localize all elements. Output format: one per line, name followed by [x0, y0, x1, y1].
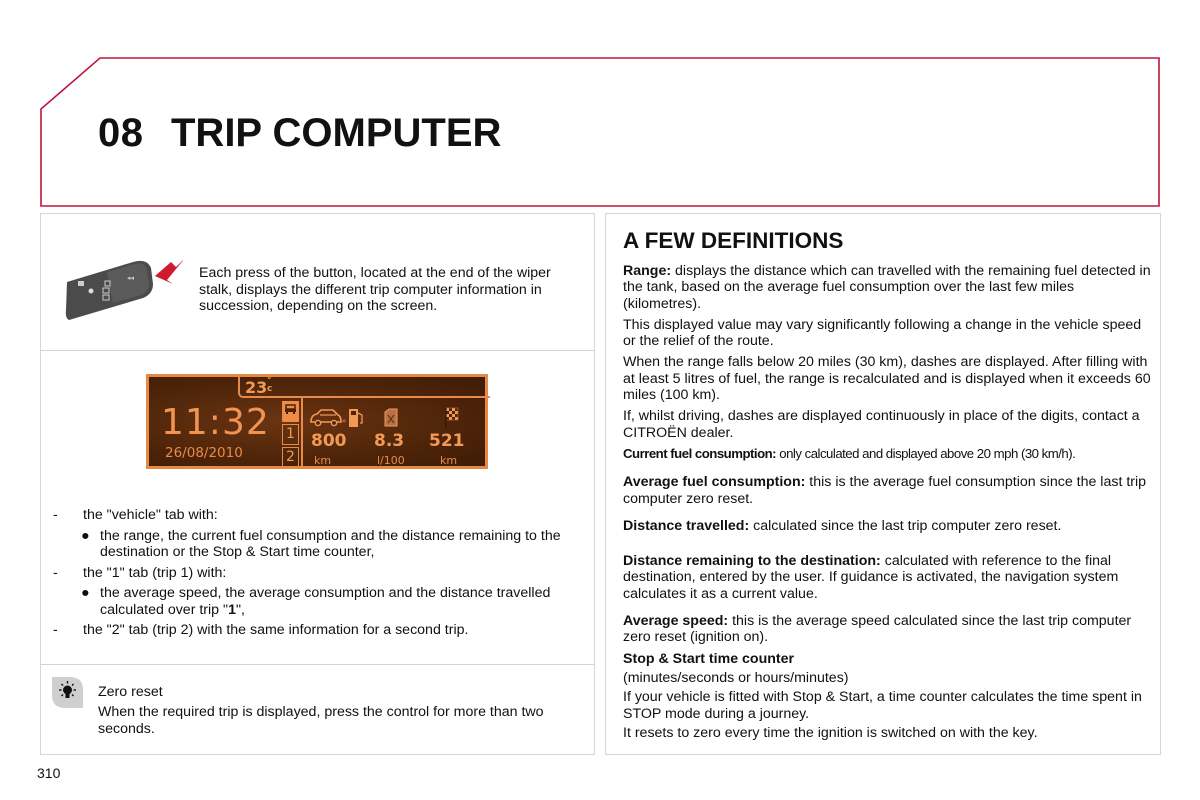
checkered-flag-icon	[445, 407, 459, 428]
distance-remaining-unit: km	[440, 454, 458, 467]
list-item: - the "1" tab (trip 1) with:	[53, 564, 227, 581]
definition-average-consumption: Average fuel consumption: this is the av…	[623, 474, 1147, 507]
display-time: 11:32	[161, 402, 270, 443]
fuel-can-icon	[384, 408, 398, 427]
section-divider	[41, 350, 594, 351]
car-icon	[285, 404, 296, 414]
left-panel: ◂◂ Each press of the button, located at …	[40, 213, 595, 755]
display-temperature: 23	[245, 378, 268, 397]
tab-description-list: - the "vehicle" tab with: ● the range, t…	[53, 507, 583, 643]
definitions-list: Range: displays the distance which can t…	[623, 263, 1153, 746]
car-to-fuel-pump-icon: »	[310, 409, 363, 427]
definition-average-speed: Average speed: this is the average speed…	[623, 613, 1132, 646]
display-tabs: 1 2	[282, 401, 299, 470]
range-value: 800	[311, 431, 347, 451]
tab-vehicle[interactable]	[282, 401, 299, 422]
consumption-value: 8.3	[374, 431, 405, 451]
definition-paragraph: When the range falls below 20 miles (30 …	[623, 354, 1151, 404]
definition-distance-travelled: Distance travelled: calculated since the…	[623, 517, 1062, 534]
definition-paragraph: If your vehicle is fitted with Stop & St…	[623, 689, 1142, 722]
red-arrow-icon	[155, 258, 185, 284]
definition-current-consumption: Current fuel consumption: only calculate…	[623, 445, 1076, 461]
lightbulb-icon	[52, 677, 83, 708]
stalk-description: Each press of the button, located at the…	[199, 265, 551, 314]
display-date: 26/08/2010	[165, 445, 243, 461]
list-item: ● the average speed, the average consump…	[81, 585, 551, 618]
definitions-title: A FEW DEFINITIONS	[623, 228, 844, 253]
chapter-title: TRIP COMPUTER	[171, 111, 502, 155]
range-unit: km	[314, 454, 332, 467]
definition-range: Range: displays the distance which can t…	[623, 263, 1151, 312]
zero-reset-text: When the required trip is displayed, pre…	[98, 704, 544, 737]
definition-paragraph: (minutes/seconds or hours/minutes)	[623, 669, 849, 686]
chapter-header: 08 TRIP COMPUTER	[40, 57, 1160, 207]
tab-trip-2[interactable]: 2	[282, 447, 299, 468]
display-separator	[301, 398, 303, 468]
definition-distance-remaining: Distance remaining to the destination: c…	[623, 553, 1119, 602]
right-panel: A FEW DEFINITIONS Range: displays the di…	[605, 213, 1161, 755]
consumption-unit: l/100	[377, 454, 405, 467]
definition-paragraph: If, whilst driving, dashes are displayed…	[623, 408, 1140, 441]
temperature-frame	[238, 376, 490, 398]
wiper-stalk-icon: ◂◂	[63, 254, 185, 329]
tab-trip-1[interactable]: 1	[282, 424, 299, 445]
definition-stop-start: Stop & Start time counter	[623, 650, 795, 667]
section-divider	[41, 664, 594, 665]
svg-text:◂◂: ◂◂	[127, 274, 135, 282]
distance-remaining-value: 521	[429, 431, 465, 451]
multifunction-display: 23 ° c 11:32 26/08/2010 1 2 » 800 8.3 52…	[146, 374, 490, 470]
definition-paragraph: This displayed value may vary significan…	[623, 316, 1142, 350]
zero-reset-title: Zero reset	[98, 684, 163, 700]
svg-text:»: »	[342, 417, 346, 425]
chapter-number: 08	[98, 111, 144, 155]
definition-paragraph: It resets to zero every time the ignitio…	[623, 724, 1038, 741]
display-temperature-unit: ° c	[267, 376, 273, 394]
list-item: - the "2" tab (trip 2) with the same inf…	[53, 622, 469, 638]
page-number: 310	[37, 765, 61, 781]
list-item: ● the range, the current fuel consumptio…	[81, 527, 561, 561]
list-item: - the "vehicle" tab with:	[53, 507, 218, 523]
